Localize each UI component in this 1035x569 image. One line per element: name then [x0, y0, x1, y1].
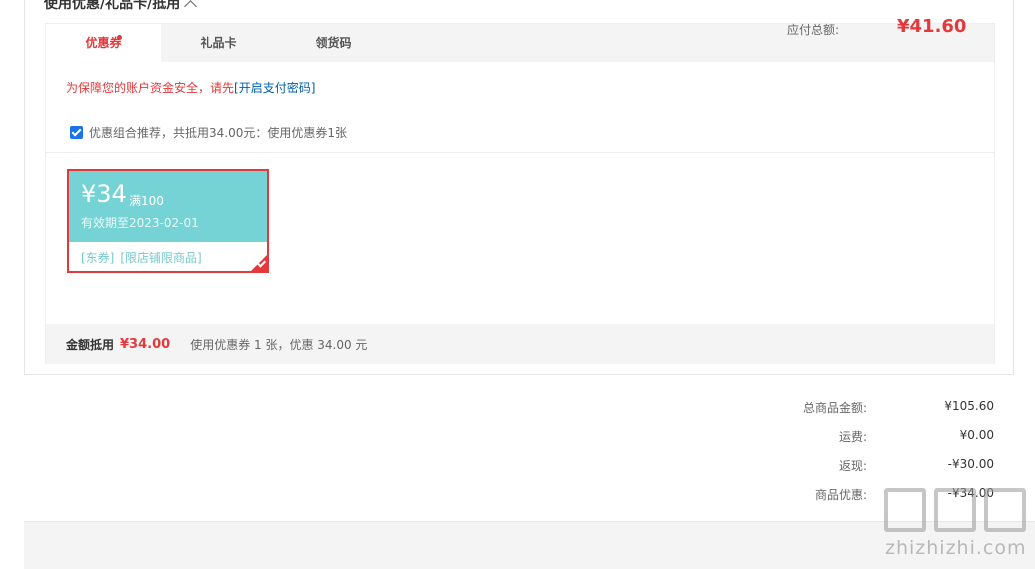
- total-row-cashback: 返现: -¥30.00: [760, 457, 994, 477]
- tab-redeem-code[interactable]: 领货码: [276, 24, 391, 62]
- total-value: ¥0.00: [959, 428, 994, 442]
- total-row-shipping: 运费: ¥0.00: [760, 428, 994, 448]
- total-label: 运费:: [838, 430, 867, 444]
- section-title-text: 使用优惠/礼品卡/抵用: [44, 0, 181, 12]
- tab-redeem-code-label: 领货码: [315, 36, 352, 50]
- discount-summary: 金额抵用 ¥34.00 使用优惠券 1 张，优惠 34.00 元: [46, 324, 994, 364]
- summary-label: 金额抵用: [66, 337, 115, 352]
- coupon-condition: 满100: [129, 194, 164, 208]
- watermark-logo-icon: [884, 488, 926, 532]
- coupon-tag: [东券]: [81, 251, 115, 265]
- payable-amount: ¥41.60: [897, 16, 967, 37]
- tab-coupons[interactable]: 优惠券: [46, 24, 161, 62]
- tab-bar: 优惠券 礼品卡 领货码: [46, 24, 994, 62]
- tab-gift-cards[interactable]: 礼品卡: [161, 24, 276, 62]
- coupon-tags: [东券] [限店铺限商品]: [81, 249, 208, 266]
- total-value: -¥30.00: [947, 457, 994, 471]
- coupon-header: ¥34 满100 有效期至2023-02-01: [69, 171, 267, 242]
- enable-pay-password-link[interactable]: [开启支付密码]: [234, 81, 315, 95]
- summary-description: 使用优惠券 1 张，优惠 34.00 元: [190, 337, 368, 352]
- coupon-amount: ¥34: [81, 180, 127, 208]
- total-value: ¥105.60: [944, 399, 994, 413]
- combo-checkbox[interactable]: [70, 126, 83, 139]
- total-label: 总商品金额:: [802, 401, 867, 415]
- watermark-text: zhizhizhi.com: [885, 537, 1027, 559]
- chevron-up-icon[interactable]: [184, 0, 198, 13]
- new-dot-icon: [117, 35, 122, 40]
- combo-recommend[interactable]: 优惠组合推荐，共抵用34.00元：使用优惠券1张: [70, 124, 347, 141]
- security-notice: 为保障您的账户资金安全，请先[开启支付密码]: [66, 79, 315, 96]
- coupon-expiry: 有效期至2023-02-01: [81, 216, 199, 230]
- coupon-box: 优惠券 礼品卡 领货码 为保障您的账户资金安全，请先[开启支付密码] 优惠组合推…: [45, 23, 995, 364]
- total-label: 返现:: [838, 459, 867, 473]
- payable-label: 应付总额:: [787, 23, 840, 37]
- security-notice-text: 为保障您的账户资金安全，请先: [66, 81, 235, 95]
- combo-text: 优惠组合推荐，共抵用34.00元：使用优惠券1张: [89, 126, 347, 140]
- summary-amount: ¥34.00: [120, 336, 171, 352]
- section-title[interactable]: 使用优惠/礼品卡/抵用: [44, 0, 198, 13]
- site-watermark: zhizhizhi.com: [882, 488, 1032, 568]
- divider: [46, 152, 994, 153]
- total-label: 商品优惠:: [814, 488, 867, 502]
- watermark-logo-icon: [934, 488, 976, 532]
- coupon-tag: [限店铺限商品]: [120, 251, 202, 265]
- watermark-logo-icon: [984, 488, 1026, 532]
- coupon-card[interactable]: ¥34 满100 有效期至2023-02-01 [东券] [限店铺限商品]: [67, 169, 269, 273]
- total-row-goods: 总商品金额: ¥105.60: [760, 399, 994, 419]
- tab-gift-cards-label: 礼品卡: [200, 36, 237, 50]
